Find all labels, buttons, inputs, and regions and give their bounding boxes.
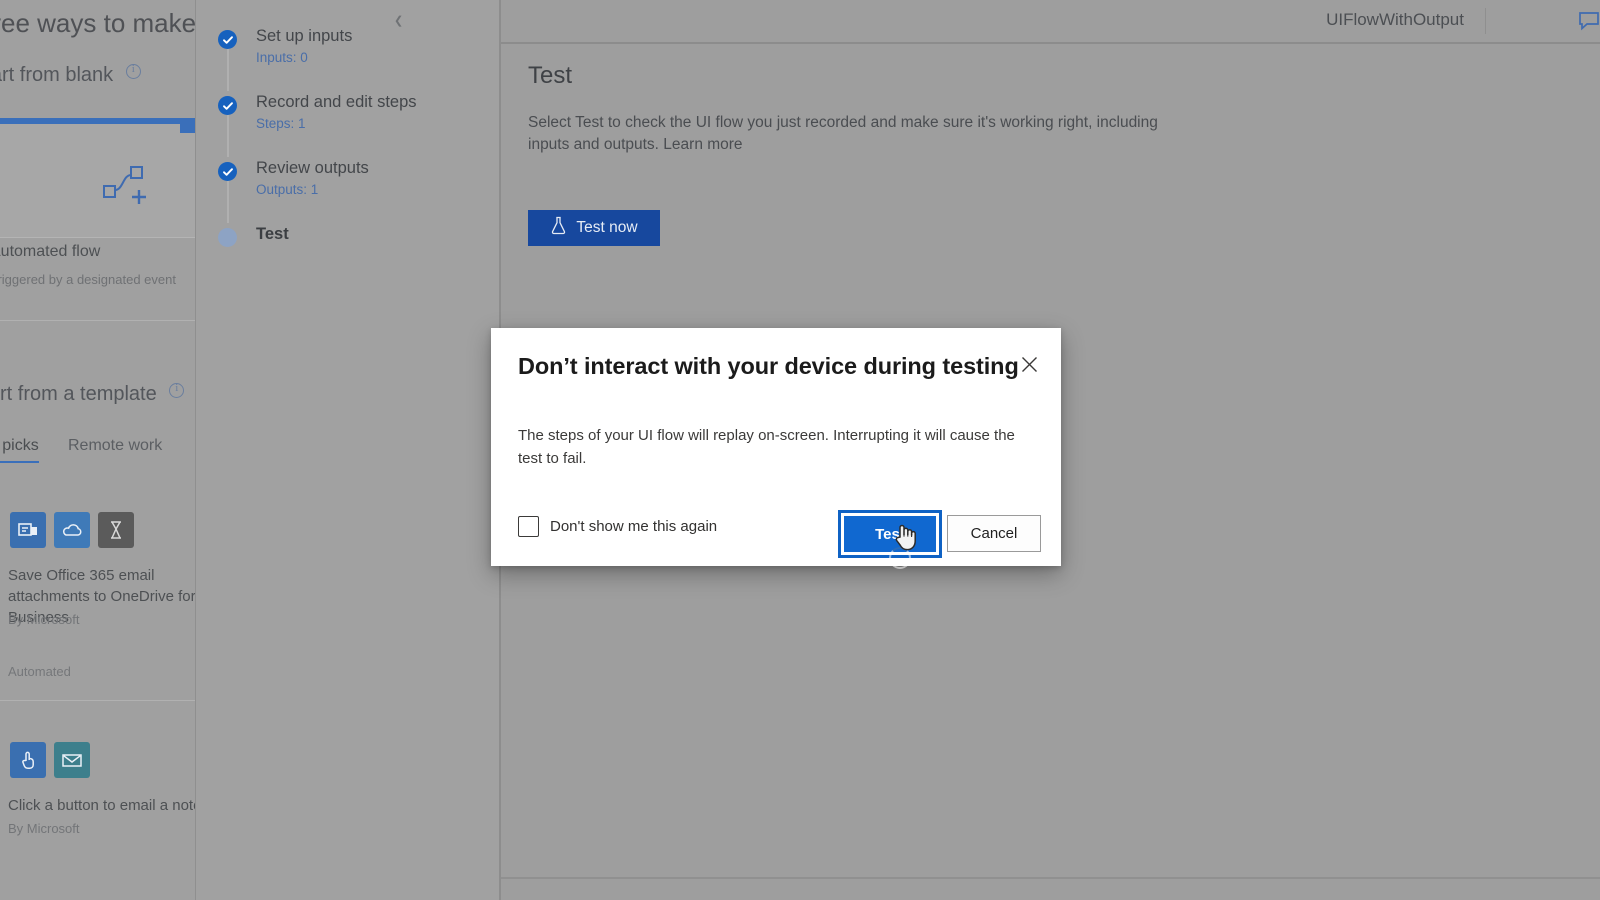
loading-ring-icon (889, 547, 911, 569)
wizard-step-record-and-edit-steps[interactable]: Record and edit steps Steps: 1 (218, 92, 478, 157)
mail-envelope-icon (54, 742, 90, 778)
check-circle-icon (218, 30, 237, 49)
step-title: Record and edit steps (256, 93, 417, 111)
check-circle-icon (218, 162, 237, 181)
close-button[interactable] (1013, 350, 1045, 382)
command-bar: UIFlowWithOutput (501, 0, 1600, 43)
step-connector-rail (227, 181, 229, 223)
step-meta: Inputs: 0 (256, 50, 308, 65)
template-connector-icons (10, 742, 90, 778)
template-author: By Microsoft (8, 821, 80, 836)
dialog-title: Don’t interact with your device during t… (518, 353, 1019, 379)
dialog-body-text: The steps of your UI flow will replay on… (518, 427, 1015, 467)
automated-flow-card-subtitle: Triggered by a designated event (0, 272, 176, 287)
test-now-button[interactable]: Test now (528, 210, 660, 246)
button-tap-icon (10, 742, 46, 778)
section-label-blank: Start from blank (0, 64, 114, 86)
dont-show-again-label: Don't show me this again (550, 518, 718, 535)
flow-name-label: UIFlowWithOutput (1326, 10, 1464, 29)
step-meta: Outputs: 1 (256, 182, 319, 197)
dialog-footer: Don't show me this again Test Cancel (491, 506, 1061, 566)
page-title: Test (528, 62, 573, 89)
background-page-heading: Three ways to make a flow (0, 8, 196, 38)
step-title: Review outputs (256, 159, 369, 177)
template-card[interactable]: Save Office 365 email attachments to One… (0, 512, 196, 682)
background-section-start-from-blank: Start from blank (0, 63, 141, 87)
wizard-step-set-up-inputs[interactable]: Set up inputs Inputs: 0 (218, 26, 478, 91)
background-section-start-from-template: Start from a template (0, 382, 185, 406)
command-bar-border (501, 42, 1600, 44)
background-accent-bar (180, 120, 196, 133)
template-name: Click a button to email a note to myself (8, 797, 196, 814)
template-kind: Automated (8, 664, 71, 679)
background-create-flow-page: Three ways to make a flow Start from bla… (0, 0, 196, 900)
flow-plus-icon (101, 164, 149, 217)
background-divider (0, 320, 196, 321)
check-circle-icon (218, 96, 237, 115)
step-title: Set up inputs (256, 27, 353, 45)
onedrive-cloud-icon (54, 512, 90, 548)
test-description: Select Test to check the UI flow you jus… (528, 114, 1158, 153)
close-x-icon (1021, 356, 1038, 376)
feedback-comment-icon[interactable] (1578, 10, 1600, 32)
wizard-step-list: Set up inputs Inputs: 0 Record and edit … (218, 26, 478, 248)
step-meta: Steps: 1 (256, 116, 306, 131)
tab-remote-work[interactable]: Remote work (68, 437, 162, 455)
dont-show-again-checkbox[interactable] (518, 516, 539, 537)
automated-flow-card[interactable] (0, 118, 196, 238)
step-connector-rail (227, 49, 229, 91)
test-now-label: Test now (576, 219, 638, 236)
office-365-outlook-icon (10, 512, 46, 548)
flask-icon (550, 216, 567, 240)
step-title: Test (256, 225, 289, 243)
filled-circle-icon (218, 228, 237, 247)
wizard-step-panel: ❮ Set up inputs Inputs: 0 Record and edi… (196, 0, 500, 900)
toolbar-divider (1484, 8, 1486, 34)
wizard-step-test[interactable]: Test (218, 224, 478, 248)
filter-hourglass-icon (98, 512, 134, 548)
background-divider (0, 700, 196, 701)
test-panel: Test Select Test to check the UI flow yo… (528, 62, 1228, 246)
tab-top-picks[interactable]: Top picks (0, 437, 39, 463)
automated-flow-card-title: Automated flow (0, 243, 101, 260)
template-connector-icons (10, 512, 134, 548)
warning-dialog: Don’t interact with your device during t… (491, 328, 1061, 566)
template-author: By Microsoft (8, 612, 80, 627)
dont-show-again-row[interactable]: Don't show me this again (518, 516, 717, 537)
wizard-step-review-outputs[interactable]: Review outputs Outputs: 1 (218, 158, 478, 223)
info-circle-icon[interactable] (169, 382, 185, 398)
dialog-test-button[interactable]: Test (844, 516, 936, 552)
section-label-template: Start from a template (0, 383, 157, 405)
dialog-cancel-button[interactable]: Cancel (947, 515, 1041, 552)
step-connector-rail (227, 115, 229, 157)
template-card[interactable]: Click a button to email a note to myself… (0, 742, 196, 862)
info-circle-icon[interactable] (125, 63, 141, 79)
content-bottom-border (501, 877, 1600, 879)
